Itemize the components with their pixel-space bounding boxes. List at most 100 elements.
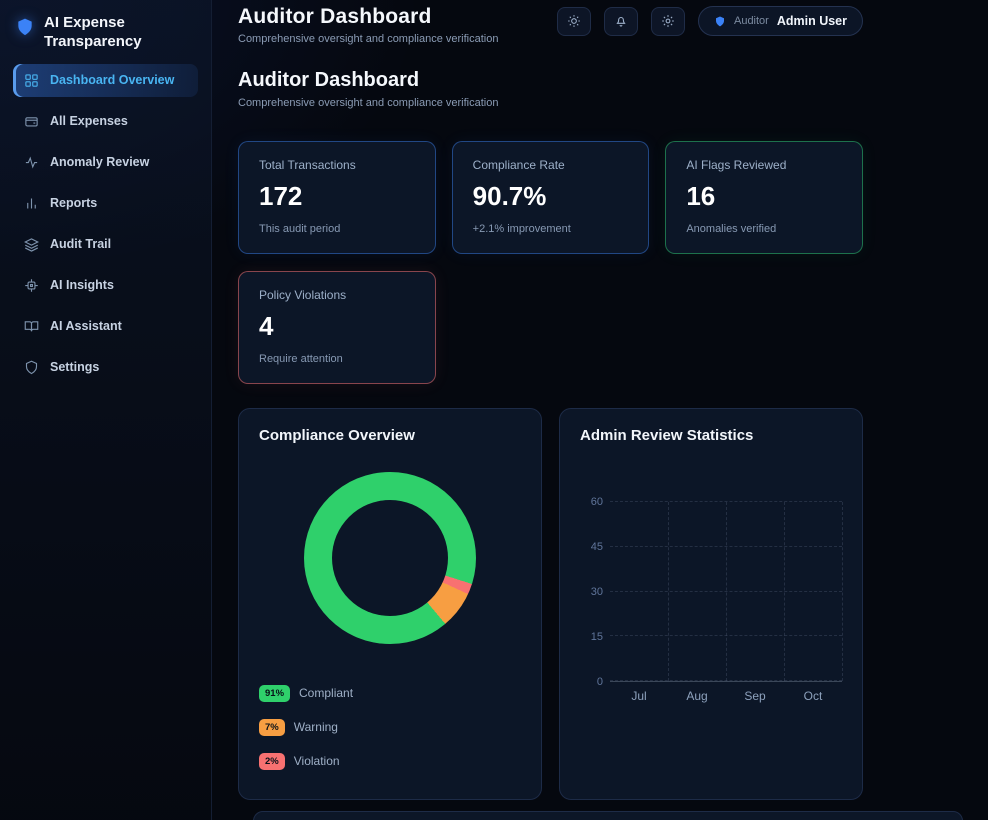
x-tick-label: Jul: [631, 689, 647, 703]
cpu-brain-icon: [25, 278, 38, 292]
gridline: [668, 502, 669, 681]
sidebar: AI Expense Transparency Dashboard Overvi…: [0, 0, 212, 820]
gridline: [726, 502, 727, 681]
book-open-icon: [24, 320, 39, 331]
header-title-block: Auditor Dashboard Comprehensive oversigh…: [238, 5, 498, 45]
page-subtitle: Comprehensive oversight and compliance v…: [238, 97, 499, 109]
legend-item-violation: 2% Violation: [259, 752, 521, 770]
legend-label: Warning: [293, 720, 338, 734]
stat-value: 16: [686, 181, 716, 211]
stat-card-ai-flags-reviewed: AI Flags Reviewed 16 Anomalies verified: [665, 141, 863, 254]
user-pill[interactable]: Auditor Admin User: [697, 6, 863, 36]
sidebar-nav: Dashboard Overview All Expenses Anomaly …: [13, 63, 198, 392]
stat-value: 4: [259, 311, 274, 341]
y-tick-label: 15: [590, 631, 603, 643]
stats-grid: Total Transactions 172 This audit period…: [238, 141, 863, 384]
page-title: Auditor Dashboard: [238, 69, 420, 91]
donut-hole: [332, 500, 448, 616]
donut-chart: [304, 472, 476, 644]
wallet-icon: [25, 116, 38, 126]
shield-logo-icon: [18, 18, 32, 36]
stat-label: Policy Violations: [259, 288, 347, 302]
legend-badge: 91%: [259, 684, 291, 702]
page-heading: Auditor Dashboard Comprehensive oversigh…: [238, 69, 863, 109]
stat-label: Compliance Rate: [472, 158, 565, 172]
sidebar-item-settings[interactable]: Settings: [13, 351, 198, 384]
stat-note: This audit period: [259, 223, 341, 235]
sidebar-item-label: AI Assistant: [50, 319, 122, 333]
settings-button[interactable]: [650, 6, 685, 36]
user-role: Auditor: [733, 15, 769, 27]
y-tick-label: 30: [590, 586, 603, 598]
sidebar-item-label: AI Insights: [50, 278, 114, 292]
stat-card-policy-violations: Policy Violations 4 Require attention: [238, 271, 436, 384]
sidebar-item-label: Dashboard Overview: [50, 73, 175, 87]
donut-legend: 91% Compliant 7% Warning 2% Violation: [259, 684, 521, 770]
admin-review-statistics-card: Admin Review Statistics 0 15 30 45 60 Jul Aug…: [559, 408, 863, 800]
legend-badge: 2%: [259, 752, 285, 770]
chart-title: Admin Review Statistics: [580, 427, 754, 444]
activity-icon: [25, 155, 38, 169]
sidebar-item-reports[interactable]: Reports: [13, 187, 198, 220]
x-tick-label: Oct: [803, 689, 823, 703]
charts-grid: Compliance Overview 91% Compliant 7% War…: [238, 408, 863, 800]
x-tick-label: Sep: [744, 689, 766, 703]
legend-label: Compliant: [299, 686, 354, 700]
main-area: Auditor Dashboard Comprehensive oversigh…: [212, 0, 988, 820]
sidebar-item-all-expenses[interactable]: All Expenses: [13, 105, 198, 138]
sidebar-item-label: Anomaly Review: [50, 155, 150, 169]
sidebar-item-anomaly-review[interactable]: Anomaly Review: [13, 146, 198, 179]
bar-chart-plot: [610, 501, 843, 682]
sidebar-item-ai-insights[interactable]: AI Insights: [13, 269, 198, 302]
header-actions: Auditor Admin User: [556, 6, 863, 36]
layers-icon: [24, 237, 39, 252]
bar-chart-icon: [27, 198, 36, 208]
grid-icon: [25, 73, 38, 87]
stat-label: Total Transactions: [259, 158, 356, 172]
app-title: AI Expense Transparency: [44, 14, 142, 50]
chart-title: Compliance Overview: [259, 427, 415, 444]
sidebar-item-label: Settings: [50, 360, 100, 374]
stat-note: +2.1% improvement: [472, 223, 571, 235]
user-shield-icon: [715, 16, 724, 26]
legend-item-warning: 7% Warning: [259, 718, 521, 736]
y-tick-label: 60: [590, 496, 603, 508]
sidebar-item-ai-assistant[interactable]: AI Assistant: [13, 310, 198, 343]
bell-icon: [616, 16, 626, 27]
x-tick-label: Aug: [686, 689, 708, 703]
stat-value: 172: [259, 181, 303, 211]
bar-chart-y-axis: 0 15 30 45 60: [580, 496, 610, 688]
notifications-button[interactable]: [603, 6, 638, 36]
stat-note: Require attention: [259, 353, 343, 365]
next-section-card-edge: [253, 811, 963, 820]
bar-chart: 0 15 30 45 60: [580, 496, 843, 688]
bar-chart-x-axis: Jul Aug Sep Oct: [610, 689, 842, 703]
stat-card-total-transactions: Total Transactions 172 This audit period: [238, 141, 436, 254]
stat-label: AI Flags Reviewed: [686, 158, 787, 172]
theme-toggle-button[interactable]: [556, 6, 591, 36]
header-title: Auditor Dashboard: [238, 5, 432, 28]
stat-note: Anomalies verified: [686, 223, 777, 235]
stat-value: 90.7%: [472, 181, 547, 211]
app-logo: AI Expense Transparency: [13, 12, 198, 64]
gear-icon: [662, 15, 674, 27]
y-tick-label: 0: [596, 676, 603, 688]
sun-icon: [568, 15, 580, 27]
legend-item-compliant: 91% Compliant: [259, 684, 521, 702]
gridline: [842, 502, 843, 681]
stat-card-compliance-rate: Compliance Rate 90.7% +2.1% improvement: [451, 141, 650, 254]
header-subtitle: Comprehensive oversight and compliance v…: [238, 33, 499, 45]
user-name: Admin User: [776, 14, 847, 28]
sidebar-item-dashboard-overview[interactable]: Dashboard Overview: [13, 63, 198, 97]
sidebar-item-label: All Expenses: [50, 114, 128, 128]
y-tick-label: 45: [590, 541, 603, 553]
sidebar-item-label: Reports: [50, 196, 98, 210]
legend-label: Violation: [293, 754, 340, 768]
legend-badge: 7%: [259, 718, 285, 736]
sidebar-item-audit-trail[interactable]: Audit Trail: [13, 228, 198, 261]
top-header: Auditor Dashboard Comprehensive oversigh…: [238, 0, 863, 45]
gridline: [784, 502, 785, 681]
sidebar-item-label: Audit Trail: [50, 237, 112, 251]
compliance-overview-card: Compliance Overview 91% Compliant 7% War…: [238, 408, 542, 800]
shield-icon: [25, 360, 38, 374]
